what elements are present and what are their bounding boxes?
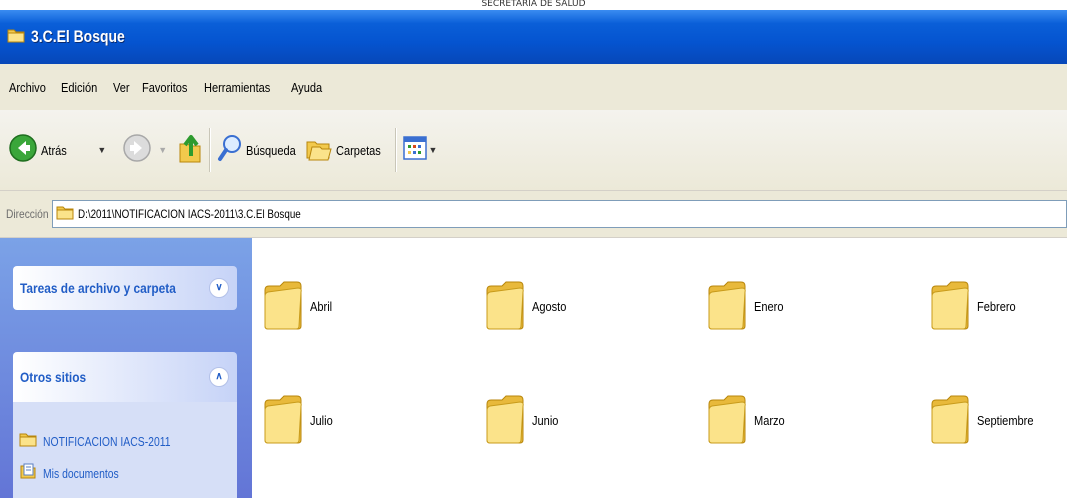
panel-title: Tareas de archivo y carpeta <box>20 280 176 296</box>
expand-chevron-icon[interactable]: ∨ <box>209 278 229 298</box>
forward-button[interactable]: ▼ <box>122 130 167 170</box>
folder-icon <box>7 27 25 48</box>
toolbar-separator <box>394 128 397 172</box>
folder-name: Julio <box>310 412 333 428</box>
chevron-down-icon[interactable]: ▼ <box>97 145 106 155</box>
folder-name: Abril <box>310 298 333 314</box>
address-input[interactable]: D:\2011\NOTIFICACION IACS-2011\3.C.El Bo… <box>52 200 1067 228</box>
link-notificacion[interactable]: NOTIFICACION IACS-2011 <box>13 428 237 454</box>
toolbar-separator <box>209 128 212 172</box>
folder-name: Junio <box>532 412 559 428</box>
folder-item-agosto[interactable]: Agosto <box>484 274 684 338</box>
menu-favoritos[interactable]: Favoritos <box>142 80 187 95</box>
search-icon <box>217 133 243 168</box>
folders-icon <box>305 134 333 167</box>
folder-item-febrero[interactable]: Febrero <box>929 274 1067 338</box>
document-caption: SECRETARIA DE SALUD <box>481 0 586 9</box>
folder-icon <box>484 390 526 451</box>
folder-name: Febrero <box>977 298 1016 314</box>
folder-item-septiembre[interactable]: Septiembre <box>929 388 1067 452</box>
address-label: Dirección <box>6 207 49 221</box>
window-title-bar[interactable]: 3.C.El Bosque <box>0 10 1067 64</box>
folder-icon <box>262 276 304 337</box>
task-pane: Tareas de archivo y carpeta ∨ Otros siti… <box>0 238 252 498</box>
window-title: 3.C.El Bosque <box>31 27 125 46</box>
folder-view: Abril Agosto Enero Febrero Julio Junio M… <box>252 238 1067 498</box>
folder-item-julio[interactable]: Julio <box>262 388 462 452</box>
folder-item-enero[interactable]: Enero <box>706 274 906 338</box>
menu-herramientas[interactable]: Herramientas <box>204 80 270 95</box>
back-button[interactable]: Atrás ▼ <box>8 130 106 170</box>
back-arrow-icon <box>8 133 38 168</box>
back-label: Atrás <box>41 142 67 158</box>
panel-file-folder-tasks[interactable]: Tareas de archivo y carpeta ∨ <box>13 266 237 310</box>
folder-icon <box>484 276 526 337</box>
folder-icon <box>706 390 748 451</box>
folder-item-marzo[interactable]: Marzo <box>706 388 906 452</box>
up-folder-button[interactable] <box>177 130 203 170</box>
views-button[interactable]: ▼ <box>402 130 438 170</box>
folder-name: Enero <box>754 298 784 314</box>
folders-label: Carpetas <box>335 142 381 158</box>
link-mis-documentos[interactable]: Mis documentos <box>13 460 237 486</box>
folder-icon <box>929 276 971 337</box>
folder-icon <box>706 276 748 337</box>
menu-bar: Archivo Edición Ver Favoritos Herramient… <box>0 64 1067 111</box>
address-value: D:\2011\NOTIFICACION IACS-2011\3.C.El Bo… <box>78 207 301 221</box>
chevron-down-icon[interactable]: ▼ <box>429 145 438 155</box>
folder-item-junio[interactable]: Junio <box>484 388 684 452</box>
search-label: Búsqueda <box>246 142 296 158</box>
folder-name: Agosto <box>532 298 567 314</box>
chevron-down-icon[interactable]: ▼ <box>158 145 167 155</box>
folder-icon <box>929 390 971 451</box>
up-folder-icon <box>177 132 203 169</box>
panel-other-places-body: NOTIFICACION IACS-2011 Mis documentos <box>13 402 237 498</box>
folder-name: Septiembre <box>977 412 1034 428</box>
panel-other-places[interactable]: Otros sitios ∧ <box>13 352 237 402</box>
address-bar: Dirección D:\2011\NOTIFICACION IACS-2011… <box>0 191 1067 238</box>
folder-icon <box>56 204 74 225</box>
menu-ayuda[interactable]: Ayuda <box>291 80 322 95</box>
toolbar: Atrás ▼ ▼ Búsqueda Carpetas ▼ <box>0 110 1067 191</box>
views-icon <box>402 135 427 165</box>
panel-title: Otros sitios <box>20 369 87 385</box>
menu-archivo[interactable]: Archivo <box>9 80 46 95</box>
collapse-chevron-icon[interactable]: ∧ <box>209 367 229 387</box>
folders-button[interactable]: Carpetas <box>305 130 389 170</box>
menu-ver[interactable]: Ver <box>113 80 130 95</box>
documents-icon <box>19 462 37 485</box>
link-label: NOTIFICACION IACS-2011 <box>43 433 171 449</box>
link-label: Mis documentos <box>43 465 119 481</box>
menu-edicion[interactable]: Edición <box>61 80 97 95</box>
folder-icon <box>262 390 304 451</box>
folder-item-abril[interactable]: Abril <box>262 274 462 338</box>
forward-arrow-icon <box>122 133 152 168</box>
folder-name: Marzo <box>754 412 785 428</box>
folder-icon <box>19 431 37 452</box>
search-button[interactable]: Búsqueda <box>217 130 305 170</box>
